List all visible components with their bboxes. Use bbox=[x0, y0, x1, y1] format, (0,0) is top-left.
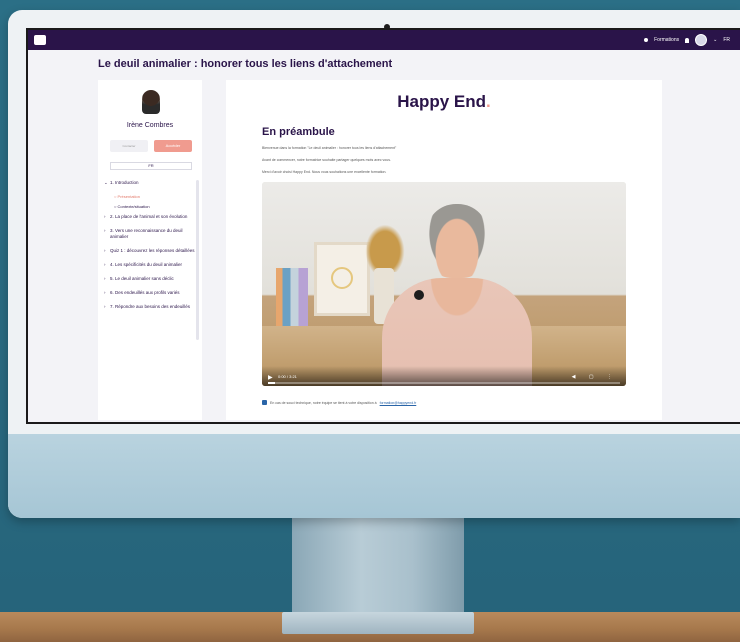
support-note: En cas de souci technique, notre équipe … bbox=[262, 400, 416, 405]
lesson-item[interactable]: ○ Contexte/situation bbox=[104, 204, 196, 210]
intro-paragraph: Merci d'avoir choisi Happy End. Nous vou… bbox=[262, 170, 387, 174]
chevron-right-icon: › bbox=[104, 214, 106, 219]
video-dried-flowers bbox=[362, 220, 408, 272]
course-sidebar: Irène Combres Contacter Accéder FR ⌄ 1. … bbox=[98, 80, 202, 420]
video-control-icons[interactable]: ◀︎ ▢ ⋮ bbox=[572, 374, 618, 380]
screen: Formations ⌄ FR Le deuil animalier : hon… bbox=[26, 28, 740, 424]
page-title: Le deuil animalier : honorer tous les li… bbox=[98, 58, 393, 70]
support-text: En cas de souci technique, notre équipe … bbox=[270, 400, 377, 405]
monitor-stand-base bbox=[282, 612, 474, 634]
play-icon[interactable]: ▶ bbox=[268, 374, 273, 381]
chapter-item[interactable]: › 6. Des endeuillés aux profils variés bbox=[104, 290, 196, 296]
language-selector[interactable]: FR bbox=[723, 37, 730, 43]
sun-artwork bbox=[331, 267, 353, 289]
chapter-label: 7. Répondre aux besoins des endeuillés bbox=[110, 304, 191, 309]
chevron-right-icon: › bbox=[104, 248, 106, 253]
user-avatar[interactable] bbox=[695, 34, 708, 46]
lesson-item-active[interactable]: ○ Présentation bbox=[104, 194, 196, 200]
chapter-item[interactable]: › 5. Le deuil animalier sans déclic bbox=[104, 276, 196, 282]
video-time: 0:00 / 3:21 bbox=[278, 374, 297, 379]
chevron-right-icon: › bbox=[104, 290, 106, 295]
chevron-down-icon[interactable]: ⌄ bbox=[713, 37, 717, 43]
bell-icon[interactable] bbox=[685, 37, 690, 43]
primary-button[interactable]: Accéder bbox=[154, 140, 192, 152]
brand-logo: Happy End. bbox=[226, 92, 662, 112]
chapter-item[interactable]: › 2. La place de l'animal et son évoluti… bbox=[104, 214, 196, 220]
chapter-label: 6. Des endeuillés aux profils variés bbox=[110, 290, 180, 295]
video-progress-fill bbox=[268, 382, 276, 384]
chevron-right-icon: › bbox=[104, 304, 106, 309]
chevron-right-icon: › bbox=[104, 262, 106, 267]
chapter-item[interactable]: › Quiz 1 : découvrez les réponses détail… bbox=[104, 248, 196, 254]
chevron-right-icon: › bbox=[104, 276, 106, 281]
trainer-name: Irène Combres bbox=[126, 122, 174, 129]
lesson-content: Happy End. En préambule Bienvenue dans l… bbox=[226, 80, 662, 420]
chapter-item[interactable]: › 7. Répondre aux besoins des endeuillés bbox=[104, 304, 196, 310]
brand-dot: . bbox=[486, 92, 491, 111]
chapter-label: 2. La place de l'animal et son évolution bbox=[110, 214, 188, 219]
video-speaker-head bbox=[426, 204, 488, 278]
chapter-label: 3. Vers une reconnaissance du deuil anim… bbox=[110, 228, 183, 239]
intro-paragraph: Bienvenue dans la formation "Le deuil an… bbox=[262, 146, 397, 150]
intro-paragraph: Avant de commencer, notre formatrice sou… bbox=[262, 158, 391, 162]
lesson-label: Présentation bbox=[117, 194, 140, 199]
chapter-label: 5. Le deuil animalier sans déclic bbox=[110, 276, 174, 281]
info-icon bbox=[262, 400, 267, 405]
video-books bbox=[276, 268, 308, 326]
secondary-button[interactable]: Contacter bbox=[110, 140, 148, 152]
chapter-item[interactable]: ⌄ 1. Introduction bbox=[104, 180, 196, 186]
support-email-link[interactable]: formation@happyend.fr bbox=[380, 401, 417, 405]
video-progress-bar[interactable] bbox=[268, 382, 620, 384]
lesson-label: Contexte/situation bbox=[117, 204, 150, 209]
monitor-chin bbox=[8, 434, 740, 518]
app-logo-icon[interactable] bbox=[34, 35, 46, 45]
video-controls: ▶ 0:00 / 3:21 ◀︎ ▢ ⋮ bbox=[262, 366, 626, 386]
microphone-icon bbox=[414, 290, 424, 300]
monitor-stand bbox=[292, 510, 464, 618]
chapter-item[interactable]: › 4. Les spécificités du deuil animalier bbox=[104, 262, 196, 268]
chevron-down-icon: ⌄ bbox=[104, 180, 108, 185]
chapter-label: 1. Introduction bbox=[110, 180, 139, 185]
chapter-label: 4. Les spécificités du deuil animalier bbox=[110, 262, 183, 267]
chapter-list: ⌄ 1. Introduction ○ Présentation ○ Conte… bbox=[104, 180, 196, 318]
top-bar: Formations ⌄ FR bbox=[28, 30, 740, 50]
formations-icon bbox=[644, 38, 649, 42]
chapter-label: Quiz 1 : découvrez les réponses détaillé… bbox=[110, 248, 195, 253]
video-player[interactable]: ▶ 0:00 / 3:21 ◀︎ ▢ ⋮ bbox=[262, 182, 626, 386]
chevron-right-icon: › bbox=[104, 228, 106, 233]
lesson-heading: En préambule bbox=[262, 126, 335, 138]
trainer-avatar bbox=[142, 90, 160, 114]
nav-formations[interactable]: Formations bbox=[654, 37, 679, 43]
brand-name: Happy End bbox=[397, 92, 487, 111]
chapter-item[interactable]: › 3. Vers une reconnaissance du deuil an… bbox=[104, 228, 196, 240]
language-select[interactable]: FR bbox=[110, 162, 192, 170]
sidebar-scrollbar[interactable] bbox=[196, 180, 199, 340]
topbar-actions: Formations ⌄ FR bbox=[644, 30, 730, 50]
